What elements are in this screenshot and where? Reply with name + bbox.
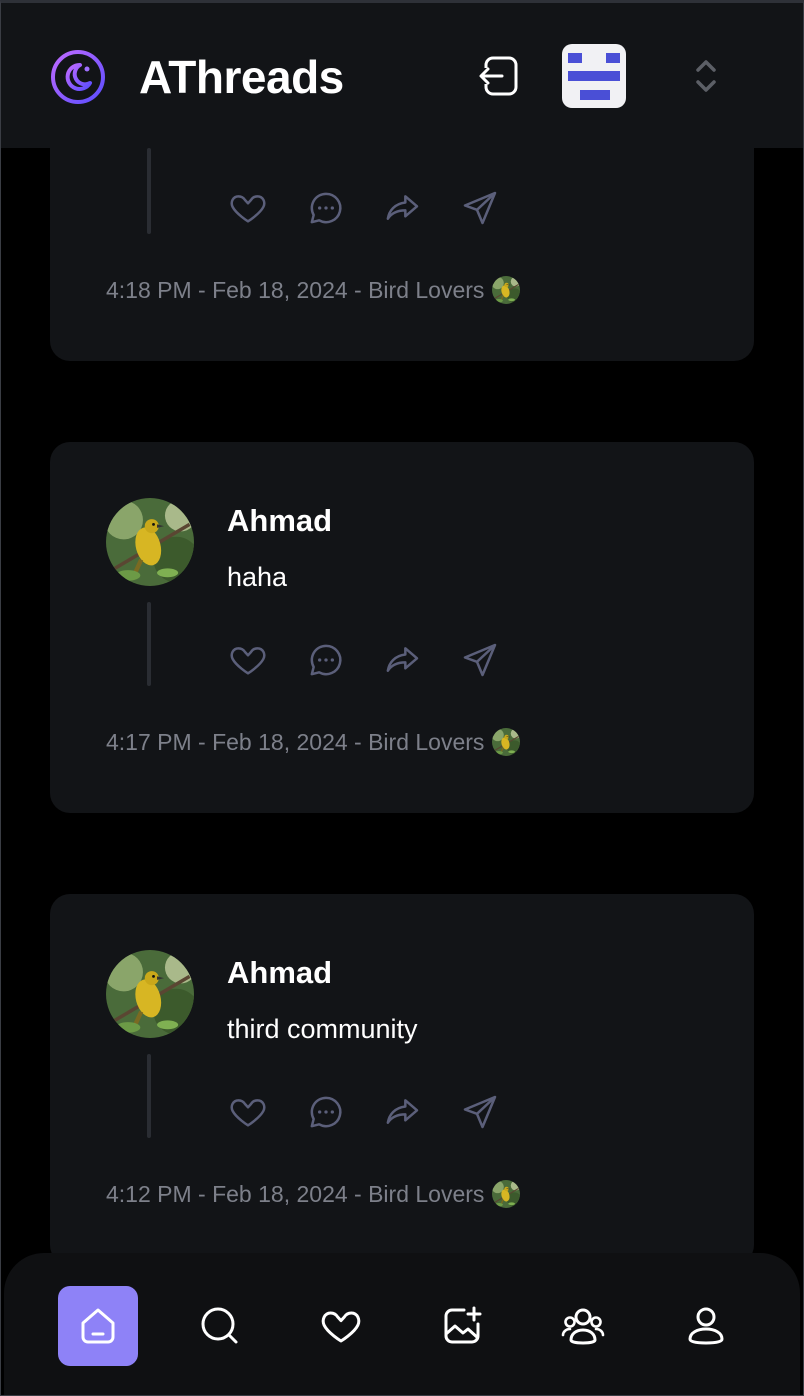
- search-icon: [201, 1307, 238, 1344]
- thread-card: Ahmad third community 4:12 PM - Feb 18, …: [50, 894, 754, 1256]
- repost-icon[interactable]: [382, 1092, 422, 1132]
- thread-timestamp-community[interactable]: 4:12 PM - Feb 18, 2024 - Bird Lovers: [106, 1179, 484, 1209]
- nav-profile[interactable]: [666, 1286, 746, 1366]
- nav-home[interactable]: [58, 1286, 138, 1366]
- thread-meta: 4:17 PM - Feb 18, 2024 - Bird Lovers: [106, 727, 520, 757]
- heart-icon[interactable]: [228, 188, 268, 228]
- nav-create-thread[interactable]: [422, 1286, 502, 1366]
- logo-icon[interactable]: [50, 49, 106, 105]
- thread-timestamp-community[interactable]: 4:18 PM - Feb 18, 2024 - Bird Lovers: [106, 275, 484, 305]
- thread-actions: [228, 1092, 498, 1132]
- switcher-bar: [568, 53, 582, 63]
- repost-icon[interactable]: [382, 188, 422, 228]
- switcher-bar: [568, 71, 620, 81]
- thread-card: Ahmad haha 4:17 PM - Feb 18, 2024 - Bird…: [50, 442, 754, 813]
- top-bar: AThreads: [0, 0, 804, 148]
- chevron-up-down-icon[interactable]: [690, 56, 722, 96]
- thread-card: 4:18 PM - Feb 18, 2024 - Bird Lovers: [50, 148, 754, 361]
- share-icon[interactable]: [460, 640, 500, 680]
- bottom-navigation: [4, 1253, 800, 1396]
- heart-icon: [321, 1311, 361, 1343]
- thread-text: haha: [227, 562, 288, 592]
- home-icon: [81, 1308, 115, 1344]
- thread-line: [147, 1054, 151, 1138]
- author-avatar[interactable]: [106, 950, 194, 1038]
- thread-feed[interactable]: 4:18 PM - Feb 18, 2024 - Bird Lovers Ahm…: [0, 148, 804, 1256]
- nav-search[interactable]: [180, 1286, 260, 1366]
- thread-text: third community: [227, 1014, 418, 1044]
- organization-switcher[interactable]: [562, 44, 626, 108]
- reply-icon[interactable]: [306, 640, 346, 680]
- user-icon: [688, 1307, 724, 1345]
- community-avatar[interactable]: [492, 276, 520, 304]
- heart-icon[interactable]: [228, 1092, 268, 1132]
- author-name[interactable]: Ahmad: [227, 954, 332, 992]
- switcher-bar: [580, 90, 610, 100]
- thread-meta: 4:18 PM - Feb 18, 2024 - Bird Lovers: [106, 275, 520, 305]
- thread-line: [147, 602, 151, 686]
- thread-actions: [228, 188, 498, 228]
- nav-activity[interactable]: [301, 1286, 381, 1366]
- nav-communities[interactable]: [543, 1286, 623, 1366]
- heart-icon[interactable]: [228, 640, 268, 680]
- image-add-icon: [444, 1306, 482, 1344]
- thread-line: [147, 148, 151, 234]
- users-icon: [561, 1308, 605, 1345]
- thread-meta: 4:12 PM - Feb 18, 2024 - Bird Lovers: [106, 1179, 520, 1209]
- thread-actions: [228, 640, 498, 680]
- repost-icon[interactable]: [382, 640, 422, 680]
- reply-icon[interactable]: [306, 1092, 346, 1132]
- reply-icon[interactable]: [306, 188, 346, 228]
- author-avatar[interactable]: [106, 498, 194, 586]
- share-icon[interactable]: [460, 1092, 500, 1132]
- app-title[interactable]: AThreads: [139, 50, 344, 104]
- community-avatar[interactable]: [492, 1180, 520, 1208]
- switcher-bar: [606, 53, 620, 63]
- thread-timestamp-community[interactable]: 4:17 PM - Feb 18, 2024 - Bird Lovers: [106, 727, 484, 757]
- share-icon[interactable]: [460, 188, 500, 228]
- community-avatar[interactable]: [492, 728, 520, 756]
- logout-icon[interactable]: [476, 54, 520, 98]
- author-name[interactable]: Ahmad: [227, 502, 332, 540]
